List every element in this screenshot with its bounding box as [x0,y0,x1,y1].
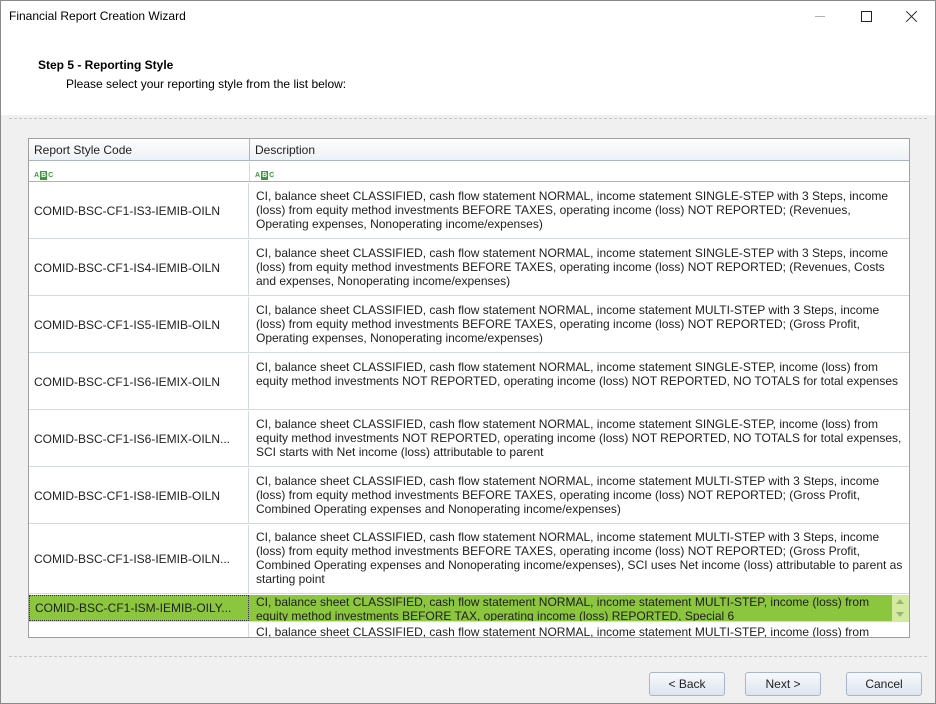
report-style-description: CI, balance sheet CLASSIFIED, cash flow … [256,303,880,345]
back-button[interactable]: < Back [649,672,725,696]
report-style-description: CI, balance sheet CLASSIFIED, cash flow … [256,246,889,288]
close-icon [906,10,918,22]
column-header-code[interactable]: Report Style Code [29,139,250,161]
table-row[interactable]: COMID-BSC-CF1-IS8-IEMIB-OILN CI, balance… [29,468,909,524]
title-bar: Financial Report Creation Wizard [1,1,935,31]
close-button[interactable] [889,1,935,31]
cancel-button[interactable]: Cancel [846,672,922,696]
wizard-header: Step 5 - Reporting Style Please select y… [1,31,935,115]
report-style-code: COMID-BSC-CF1-IS3-IEMIB-OILN [29,183,249,238]
abc-filter-icon: ABC [255,171,275,180]
report-style-description: CI, balance sheet CLASSIFIED, cash flow … [256,189,889,231]
report-style-code: COMID-BSC-CF1-IS8-IEMIB-OILN [29,468,249,523]
report-style-description: CI, balance sheet CLASSIFIED, cash flow … [256,625,870,637]
footer-divider [9,656,927,657]
table-row[interactable]: COMID-BSC-CF1-IS4-IEMIB-OILN CI, balance… [29,240,909,296]
report-style-description: CI, balance sheet CLASSIFIED, cash flow … [256,360,899,388]
table-row[interactable]: COMID-BSC-CF1-IS6-IEMIX-OILN CI, balance… [29,354,909,410]
window-title: Financial Report Creation Wizard [9,9,186,23]
filter-cell-code[interactable]: ABC [29,162,250,181]
report-style-code: COMID-BSC-CF1-IS4-IEMIB-OILN [29,240,249,295]
maximize-button[interactable] [843,1,889,31]
report-style-code: COMID-BSC-CF1-ISM-IEMIB-OILY... [29,595,249,621]
report-style-code: COMID-BSC-CF1-IS5-IEMIB-OILN [29,297,249,352]
report-style-code: COMID-BSC-CF1-IS6-IEMIX-OILN [29,354,249,409]
table-row[interactable]: COMID-BSC-CF1-IS8-IEMIB-OILN... CI, bala… [29,525,909,594]
grid-filter-row: ABC ABC [29,162,909,182]
grid-header-corner [909,139,910,161]
cell-scrollbar[interactable] [892,595,909,621]
table-row[interactable]: CI, balance sheet CLASSIFIED, cash flow … [29,623,909,637]
abc-filter-icon: ABC [34,171,54,180]
report-style-description: CI, balance sheet CLASSIFIED, cash flow … [256,417,902,459]
step-subtitle: Please select your reporting style from … [66,77,347,91]
report-style-description: CI, balance sheet CLASSIFIED, cash flow … [256,530,903,586]
header-divider [9,118,927,119]
report-style-grid[interactable]: Report Style Code Description ABC ABC CO… [28,138,910,638]
column-header-description[interactable]: Description [250,139,909,161]
report-style-code: COMID-BSC-CF1-IS6-IEMIX-OILN... [29,411,249,466]
report-style-description: CI, balance sheet CLASSIFIED, cash flow … [256,595,870,621]
scroll-down-icon[interactable] [896,612,904,617]
scroll-up-icon[interactable] [896,599,904,604]
wizard-window: Financial Report Creation Wizard Step 5 … [0,0,936,704]
table-row[interactable]: COMID-BSC-CF1-IS6-IEMIX-OILN... CI, bala… [29,411,909,467]
next-button[interactable]: Next > [745,672,821,696]
grid-body: Report Style Code Description ABC ABC CO… [29,139,909,637]
table-row[interactable]: COMID-BSC-CF1-IS3-IEMIB-OILN CI, balance… [29,183,909,239]
table-row-selected[interactable]: COMID-BSC-CF1-ISM-IEMIB-OILY... CI, bala… [29,595,909,622]
minimize-button[interactable] [797,1,843,31]
grid-header-row: Report Style Code Description [29,139,909,161]
minimize-icon [815,15,825,17]
maximize-icon [860,10,872,22]
report-style-code [29,623,249,637]
report-style-code: COMID-BSC-CF1-IS8-IEMIB-OILN... [29,525,249,593]
step-title: Step 5 - Reporting Style [38,58,174,72]
table-row[interactable]: COMID-BSC-CF1-IS5-IEMIB-OILN CI, balance… [29,297,909,353]
report-style-description: CI, balance sheet CLASSIFIED, cash flow … [256,474,880,516]
filter-cell-description[interactable]: ABC [250,162,909,181]
